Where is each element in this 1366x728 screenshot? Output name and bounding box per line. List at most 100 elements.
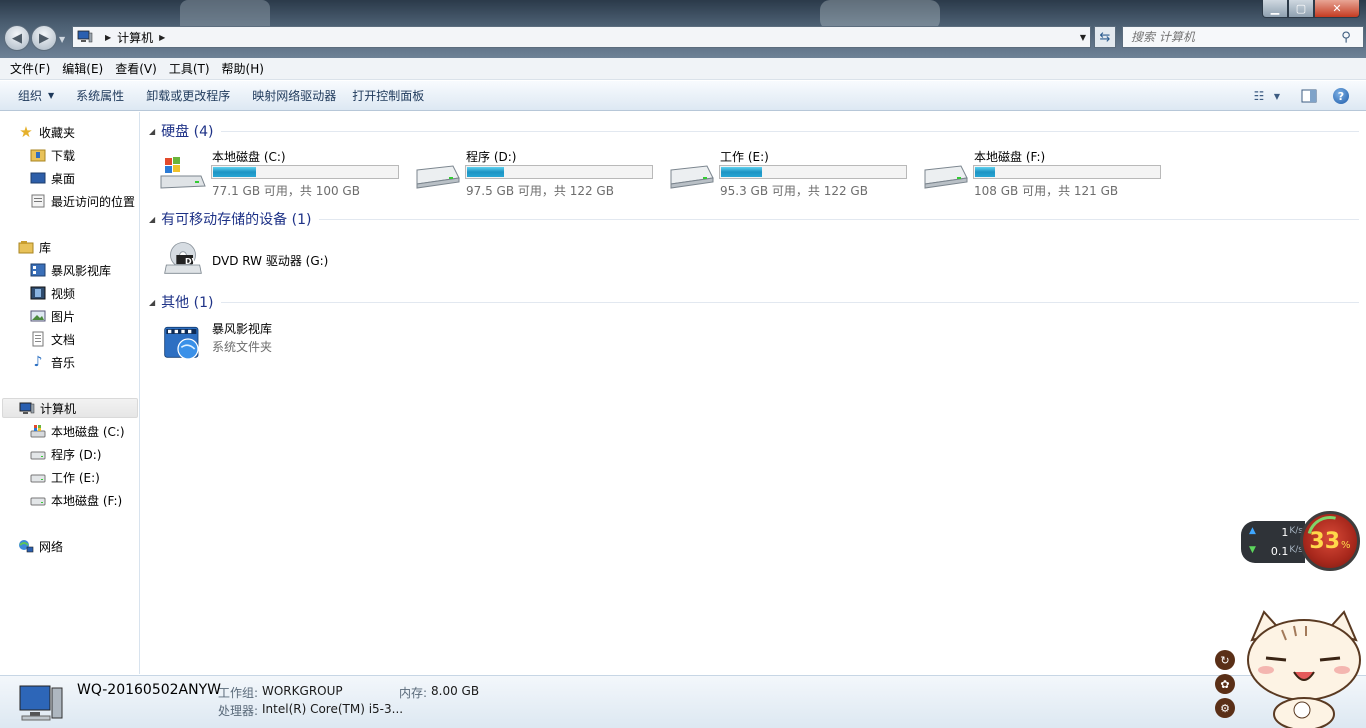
menu-edit[interactable]: 编辑(E) xyxy=(56,60,109,77)
library-icon xyxy=(18,239,34,255)
sidebar-item-library[interactable]: 库 xyxy=(18,237,51,257)
hard-drive-icon xyxy=(670,165,714,189)
menu-file[interactable]: 文件(F) xyxy=(4,60,56,77)
search-box[interactable]: ⚲ xyxy=(1122,26,1364,48)
downloads-folder-icon xyxy=(30,147,46,163)
sidebar-item-baofeng[interactable]: 暴风影视库 xyxy=(30,260,111,280)
sidebar-item-drive-e[interactable]: 工作 (E:) xyxy=(30,467,100,487)
system-properties-button[interactable]: 系统属性 xyxy=(68,81,132,111)
collapse-triangle-icon[interactable]: ◢ xyxy=(149,215,155,224)
details-pane: WQ-20160502ANYW 工作组: WORKGROUP 内存: 8.00 … xyxy=(0,675,1366,728)
view-options-icon: ☷ xyxy=(1253,89,1265,103)
organize-button[interactable]: 组织 ▼ xyxy=(10,81,62,111)
computer-icon xyxy=(19,400,35,416)
recent-places-icon xyxy=(30,193,46,209)
sidebar-item-network[interactable]: 网络 xyxy=(18,536,63,556)
preview-pane-icon xyxy=(1301,89,1317,103)
uninstall-program-button[interactable]: 卸载或更改程序 xyxy=(138,81,238,111)
video-icon xyxy=(30,285,46,301)
gear-icon[interactable]: ⚙ xyxy=(1215,698,1235,718)
menu-view[interactable]: 查看(V) xyxy=(109,60,163,77)
sidebar-item-favorites[interactable]: ★ 收藏夹 xyxy=(18,122,75,142)
drive-usage-bar xyxy=(973,165,1161,179)
sidebar-item-drive-c[interactable]: 本地磁盘 (C:) xyxy=(30,421,125,441)
sidebar-item-recent[interactable]: 最近访问的位置 xyxy=(30,191,135,211)
sidebar-item-label: 桌面 xyxy=(51,171,76,186)
back-button[interactable]: ◀ xyxy=(4,25,30,51)
close-icon: ✕ xyxy=(1332,2,1342,15)
rotate-icon[interactable]: ↻ xyxy=(1215,650,1235,670)
map-network-drive-button[interactable]: 映射网络驱动器 xyxy=(244,81,344,111)
history-dropdown-icon[interactable]: ▼ xyxy=(59,35,65,44)
other-item-type: 系统文件夹 xyxy=(212,340,273,354)
sidebar-item-drive-d[interactable]: 程序 (D:) xyxy=(30,444,101,464)
collapse-triangle-icon[interactable]: ◢ xyxy=(149,127,155,136)
preview-pane-button[interactable] xyxy=(1298,86,1320,106)
sidebar-item-label: 文档 xyxy=(51,332,76,347)
open-control-panel-button[interactable]: 打开控制面板 xyxy=(344,81,432,111)
maximize-icon: ▢ xyxy=(1295,2,1307,15)
network-speed-widget[interactable]: ▲ 1 K/s ▼ 0.1 K/s xyxy=(1241,521,1305,563)
memory-usage-gauge[interactable]: 33 % xyxy=(1298,507,1362,571)
music-note-icon: ♪ xyxy=(33,354,43,370)
drive-item[interactable]: 工作 (E:) 95.3 GB 可用，共 122 GB xyxy=(667,148,917,198)
dvd-drive-item[interactable]: DVD DVD RW 驱动器 (G:) xyxy=(159,236,409,286)
sidebar-item-drive-f[interactable]: 本地磁盘 (F:) xyxy=(30,490,122,510)
star-icon: ★ xyxy=(19,123,33,141)
close-button[interactable]: ✕ xyxy=(1314,0,1360,18)
group-header-other[interactable]: ◢ 其他 (1) xyxy=(149,292,1359,312)
maximize-button[interactable]: ▢ xyxy=(1288,0,1314,18)
menu-help[interactable]: 帮助(H) xyxy=(216,60,270,77)
drive-name: 本地磁盘 (C:) xyxy=(212,150,286,164)
cat-mascot-image[interactable] xyxy=(1242,610,1366,728)
sidebar-item-documents[interactable]: 文档 xyxy=(30,329,75,349)
search-input[interactable] xyxy=(1123,27,1333,47)
desktop-icon xyxy=(30,170,46,186)
forward-button[interactable]: ▶ xyxy=(31,25,57,51)
sidebar-item-downloads[interactable]: 下载 xyxy=(30,145,75,165)
drive-item[interactable]: 本地磁盘 (C:) 77.1 GB 可用，共 100 GB xyxy=(159,148,409,198)
drive-usage-bar xyxy=(719,165,907,179)
paw-icon[interactable]: ✿ xyxy=(1215,674,1235,694)
view-dropdown-button[interactable]: ▼ xyxy=(1266,86,1288,106)
sidebar-item-label: 本地磁盘 (C:) xyxy=(51,424,125,439)
baofeng-library-item[interactable]: 暴风影视库 系统文件夹 xyxy=(159,320,409,370)
cpu-value: Intel(R) Core(TM) i5-3... xyxy=(262,702,404,716)
upload-speed: 1 xyxy=(1281,526,1289,539)
os-drive-icon xyxy=(160,157,206,189)
drive-item[interactable]: 程序 (D:) 97.5 GB 可用，共 122 GB xyxy=(413,148,663,198)
workgroup-value: WORKGROUP xyxy=(262,684,343,698)
sidebar-item-label: 库 xyxy=(39,240,52,255)
sidebar-item-label: 收藏夹 xyxy=(39,125,76,140)
sidebar-item-computer[interactable]: 计算机 xyxy=(2,398,138,418)
refresh-button[interactable]: ⇆ xyxy=(1094,26,1116,48)
collapse-triangle-icon[interactable]: ◢ xyxy=(149,298,155,307)
sidebar-item-pictures[interactable]: 图片 xyxy=(30,306,75,326)
sidebar-item-label: 程序 (D:) xyxy=(51,447,102,462)
command-bar: 组织 ▼ 系统属性 卸载或更改程序 映射网络驱动器 打开控制面板 ☷ ▼ ? xyxy=(0,81,1366,111)
drive-item[interactable]: 本地磁盘 (F:) 108 GB 可用，共 121 GB xyxy=(921,148,1171,198)
sidebar-item-music[interactable]: ♪ 音乐 xyxy=(30,352,75,372)
address-bar[interactable]: ▶ 计算机 ▶ ▼ xyxy=(72,26,1091,48)
hard-drive-icon xyxy=(30,469,46,485)
menu-tools[interactable]: 工具(T) xyxy=(163,60,216,77)
minimize-button[interactable]: ▁ xyxy=(1262,0,1288,18)
group-header-removable[interactable]: ◢ 有可移动存储的设备 (1) xyxy=(149,209,1359,229)
download-speed: 0.1 xyxy=(1270,545,1289,558)
view-controls: ☷ ▼ ? xyxy=(1248,81,1366,111)
help-button[interactable]: ? xyxy=(1330,86,1352,106)
window-controls: ▁ ▢ ✕ xyxy=(1262,0,1360,18)
breadcrumb-separator-icon[interactable]: ▶ xyxy=(105,33,111,42)
sidebar-item-label: 暴风影视库 xyxy=(51,263,112,278)
breadcrumb-computer[interactable]: 计算机 xyxy=(117,29,153,46)
address-dropdown-icon[interactable]: ▼ xyxy=(1080,33,1086,42)
breadcrumb-separator-icon[interactable]: ▶ xyxy=(159,33,165,42)
group-header-hard-disks[interactable]: ◢ 硬盘 (4) xyxy=(149,121,1359,141)
media-library-icon xyxy=(30,262,46,278)
group-title: 有可移动存储的设备 (1) xyxy=(161,212,312,228)
search-icon[interactable]: ⚲ xyxy=(1338,29,1354,45)
sidebar-item-video[interactable]: 视频 xyxy=(30,283,75,303)
sidebar-item-desktop[interactable]: 桌面 xyxy=(30,168,75,188)
dvd-drive-name: DVD RW 驱动器 (G:) xyxy=(212,254,329,268)
content-pane: ◢ 硬盘 (4) 本地磁盘 (C:) 77.1 GB 可用，共 100 GB 程序 … xyxy=(141,112,1366,674)
